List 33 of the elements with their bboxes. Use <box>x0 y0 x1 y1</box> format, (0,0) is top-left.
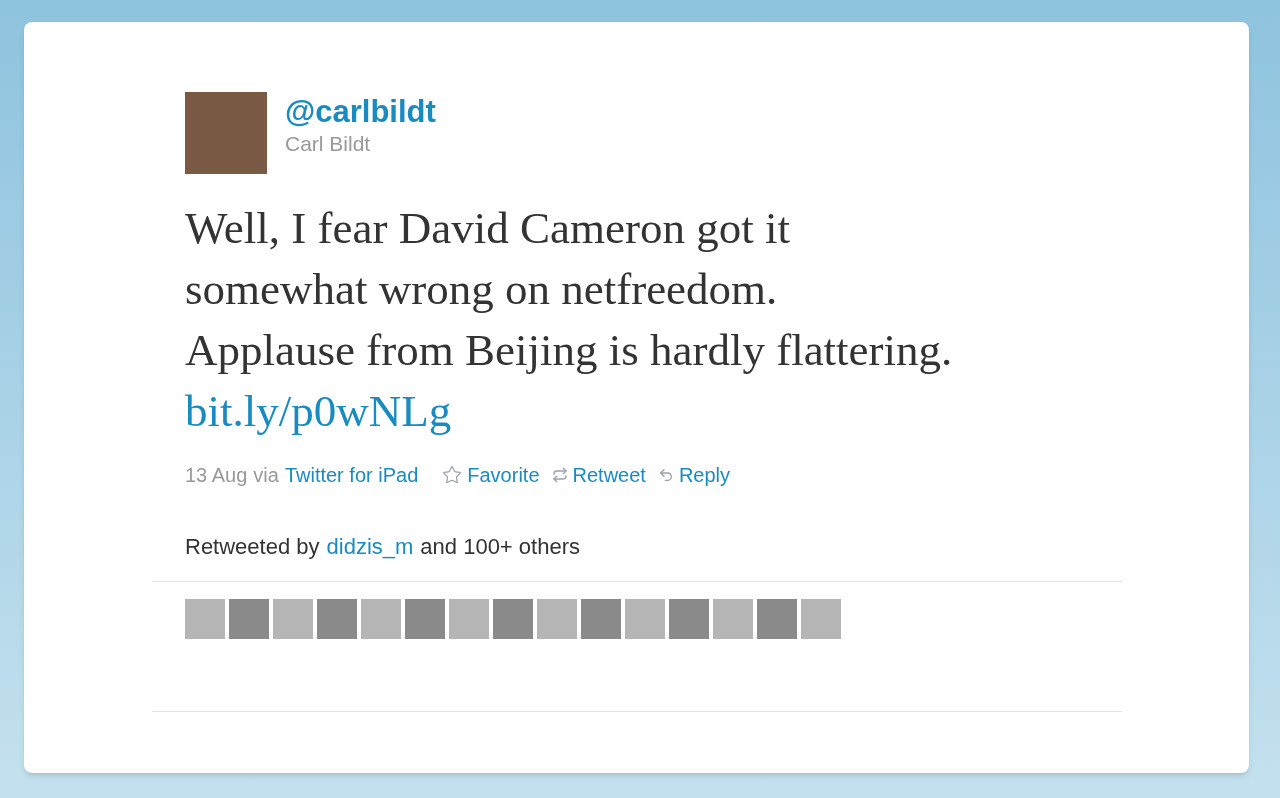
retweeted-by-label: Retweeted by <box>185 533 320 561</box>
reply-link[interactable]: Reply <box>657 460 731 490</box>
tweet-text: somewhat wrong on netfreedom. <box>185 263 778 316</box>
retweeter-link[interactable]: didzis_m <box>326 530 414 563</box>
retweeter-avatar-placeholder[interactable] <box>185 599 225 639</box>
retweeter-avatar-placeholder[interactable] <box>669 599 709 639</box>
retweeter-avatar-placeholder[interactable] <box>405 599 445 639</box>
retweeter-avatar-placeholder[interactable] <box>449 599 489 639</box>
retweeter-avatar-placeholder[interactable] <box>625 599 665 639</box>
retweet-icon <box>551 467 568 483</box>
tweet-link[interactable]: bit.ly/p0wNLg <box>185 381 452 442</box>
retweeter-avatar-placeholder[interactable] <box>229 599 269 639</box>
retweeter-avatar-placeholder[interactable] <box>361 599 401 639</box>
retweeter-avatar-placeholder[interactable] <box>581 599 621 639</box>
via-label: via <box>253 463 279 488</box>
user-handle[interactable]: @carlbildt <box>285 94 436 130</box>
reply-icon <box>657 467 674 483</box>
retweeter-avatar-placeholder[interactable] <box>537 599 577 639</box>
tweet-date[interactable]: 13 Aug <box>185 460 248 490</box>
retweeter-avatar-placeholder[interactable] <box>713 599 753 639</box>
favorite-link[interactable]: Favorite <box>442 460 540 490</box>
retweeter-avatar-placeholder[interactable] <box>757 599 797 639</box>
retweeter-avatar-placeholder[interactable] <box>273 599 313 639</box>
retweeter-avatar-placeholder[interactable] <box>801 599 841 639</box>
retweeter-avatar-placeholder[interactable] <box>317 599 357 639</box>
source-link[interactable]: Twitter for iPad <box>284 460 419 490</box>
retweeter-avatar-placeholder[interactable] <box>493 599 533 639</box>
star-icon <box>442 465 463 485</box>
user-name: Carl Bildt <box>285 131 372 157</box>
retweet-link[interactable]: Retweet <box>551 460 646 490</box>
tweet-text: Applause from Beijing is hardly flattering. <box>185 324 953 377</box>
retweet-count-label: and 100+ others <box>420 533 580 561</box>
tweet-text: Well, I fear David Cameron got it <box>185 202 790 255</box>
